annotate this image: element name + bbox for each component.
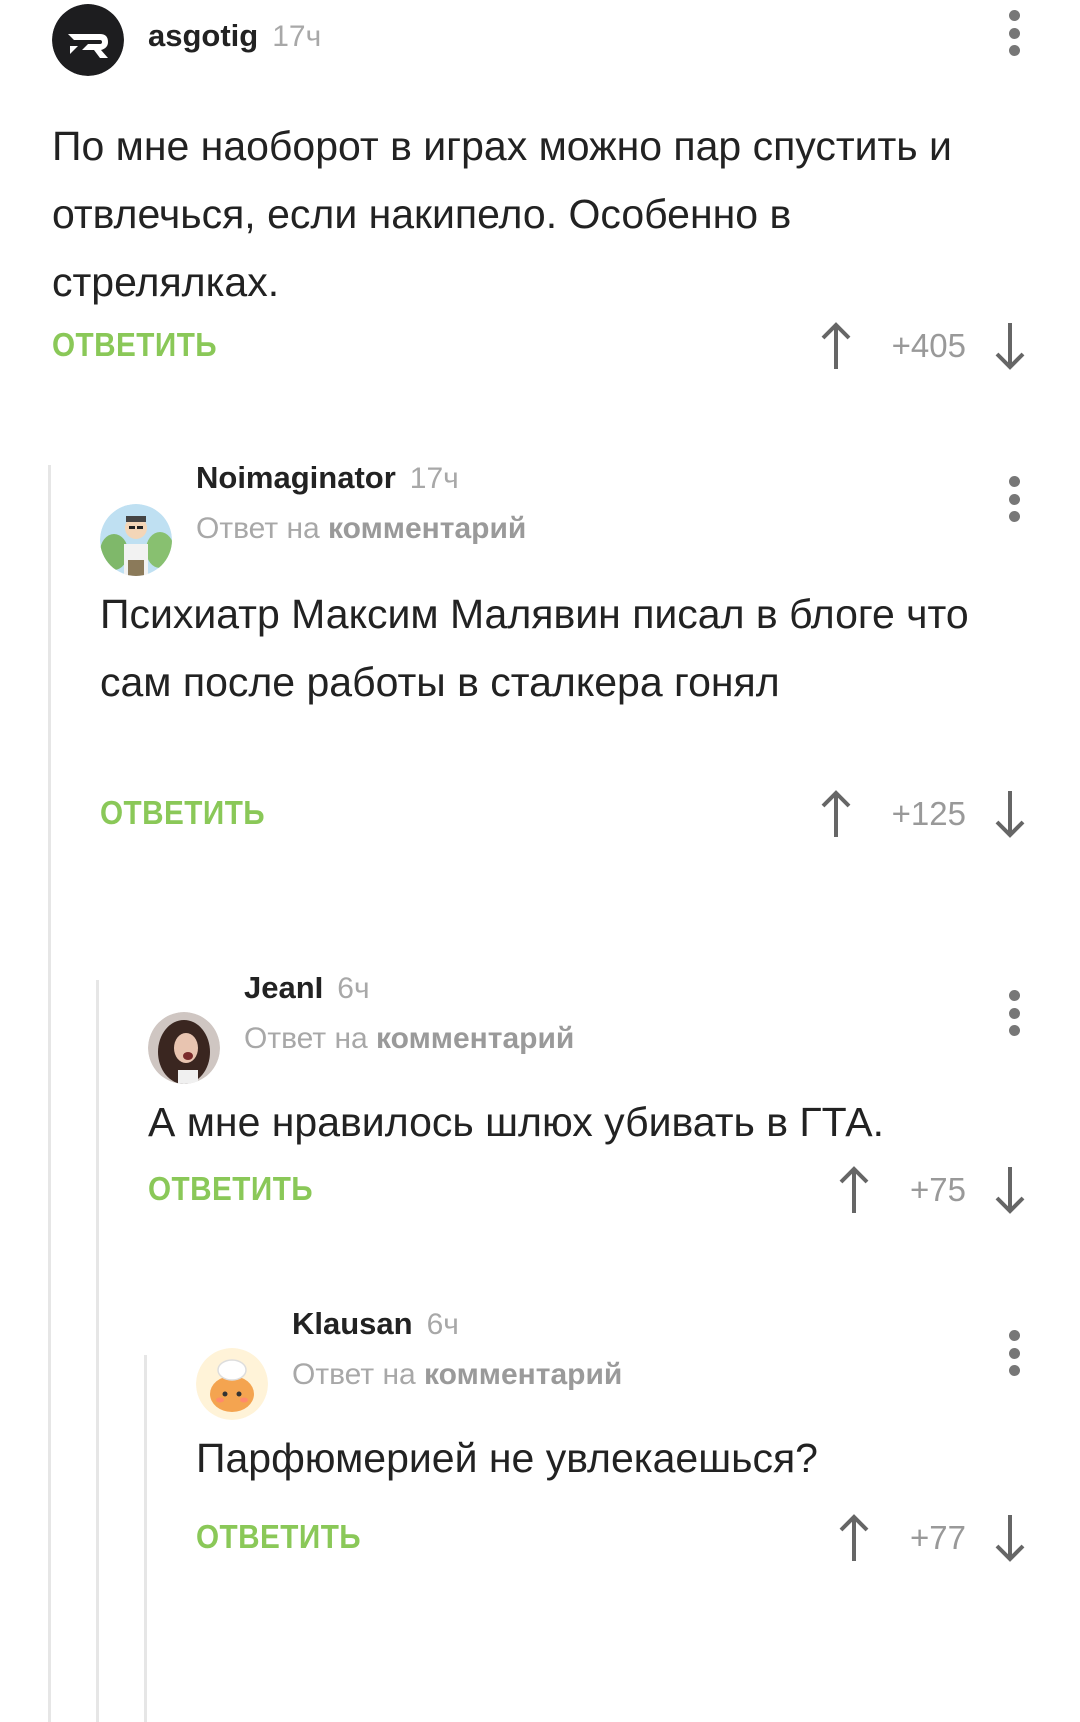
comment-time: 6ч bbox=[337, 972, 370, 1005]
rating-value: +125 bbox=[891, 795, 966, 832]
rating-value: +77 bbox=[910, 1519, 966, 1556]
reply-to-prefix: Ответ на bbox=[292, 1358, 416, 1391]
comment: Klausan 6ч Ответ на комментарий Парфюмери… bbox=[144, 1306, 1080, 1562]
thread-line bbox=[48, 465, 51, 1722]
comment-header: Klausan 6ч Ответ на комментарий bbox=[144, 1306, 1080, 1432]
avatar[interactable] bbox=[196, 1348, 268, 1420]
comment-actions: ОТВЕТИТЬ +125 bbox=[100, 784, 1080, 844]
author-name[interactable]: JeanI 6ч bbox=[244, 970, 370, 1006]
comment-time: 17ч bbox=[272, 20, 322, 53]
upvote-arrow-icon[interactable] bbox=[836, 1511, 872, 1565]
downvote-arrow-icon[interactable] bbox=[992, 1511, 1028, 1565]
comment-header: Noimaginator 17ч Ответ на комментарий bbox=[48, 460, 1080, 576]
comment-header: asgotig 17ч bbox=[0, 0, 1080, 80]
reply-to-prefix: Ответ на bbox=[196, 512, 320, 545]
comment-text: А мне нравилось шлюх убивать в ГТА. bbox=[148, 1099, 885, 1145]
comment: asgotig 17ч По мне наоборот в играх можно… bbox=[0, 0, 1080, 370]
thread-line bbox=[96, 980, 99, 1722]
rating-value: +405 bbox=[891, 327, 966, 364]
comment-actions: ОТВЕТИТЬ +75 bbox=[148, 1160, 1080, 1220]
comment-thread: asgotig 17ч По мне наоборот в играх можно… bbox=[0, 0, 1080, 1722]
comment-text: Психиатр Максим Малявин писал в блоге чт… bbox=[100, 591, 969, 705]
comment-header: JeanI 6ч Ответ на комментарий bbox=[96, 970, 1080, 1084]
downvote-arrow-icon[interactable] bbox=[992, 1163, 1028, 1217]
downvote-arrow-icon[interactable] bbox=[992, 787, 1028, 841]
reply-to-target[interactable]: комментарий bbox=[328, 512, 526, 545]
author-label[interactable]: Klausan bbox=[292, 1306, 413, 1341]
reply-button[interactable]: ОТВЕТИТЬ bbox=[100, 794, 265, 832]
vote-controls: +125 bbox=[818, 784, 1028, 844]
comment-time: 6ч bbox=[426, 1308, 459, 1341]
upvote-arrow-icon[interactable] bbox=[818, 787, 854, 841]
downvote-arrow-icon[interactable] bbox=[992, 319, 1028, 373]
avatar[interactable] bbox=[100, 504, 172, 576]
reply-to-link[interactable]: Ответ на комментарий bbox=[292, 1358, 622, 1392]
reply-button[interactable]: ОТВЕТИТЬ bbox=[196, 1518, 361, 1556]
reply-to-target[interactable]: комментарий bbox=[424, 1358, 622, 1391]
rating-value: +75 bbox=[910, 1171, 966, 1208]
avatar[interactable] bbox=[148, 1012, 220, 1084]
author-label[interactable]: Noimaginator bbox=[196, 460, 396, 495]
comment-actions: ОТВЕТИТЬ +77 bbox=[196, 1508, 1080, 1568]
reply-to-prefix: Ответ на bbox=[244, 1022, 368, 1055]
vote-controls: +77 bbox=[836, 1508, 1028, 1568]
vote-controls: +75 bbox=[836, 1160, 1028, 1220]
reply-button[interactable]: ОТВЕТИТЬ bbox=[52, 326, 217, 364]
reply-button[interactable]: ОТВЕТИТЬ bbox=[148, 1170, 313, 1208]
author-label[interactable]: asgotig bbox=[148, 18, 258, 53]
more-options-icon[interactable] bbox=[1006, 10, 1022, 56]
author-label[interactable]: JeanI bbox=[244, 970, 323, 1005]
upvote-arrow-icon[interactable] bbox=[818, 319, 854, 373]
comment-text: По мне наоборот в играх можно пар спусти… bbox=[52, 123, 952, 305]
reply-to-link[interactable]: Ответ на комментарий bbox=[196, 512, 526, 546]
vote-controls: +405 bbox=[818, 316, 1028, 376]
avatar[interactable] bbox=[52, 4, 124, 76]
reply-to-target[interactable]: комментарий bbox=[376, 1022, 574, 1055]
comment-text: Парфюмерией не увлекаешься? bbox=[196, 1435, 818, 1481]
comment-actions: ОТВЕТИТЬ +405 bbox=[52, 316, 1080, 376]
reply-to-link[interactable]: Ответ на комментарий bbox=[244, 1022, 574, 1056]
comment: JeanI 6ч Ответ на комментарий А мне нрави… bbox=[96, 970, 1080, 1214]
upvote-arrow-icon[interactable] bbox=[836, 1163, 872, 1217]
author-name[interactable]: Klausan 6ч bbox=[292, 1306, 459, 1342]
more-options-icon[interactable] bbox=[1006, 1330, 1022, 1376]
more-options-icon[interactable] bbox=[1006, 476, 1022, 522]
more-options-icon[interactable] bbox=[1006, 990, 1022, 1036]
author-name[interactable]: Noimaginator 17ч bbox=[196, 460, 459, 496]
author-name[interactable]: asgotig 17ч bbox=[148, 18, 321, 54]
comment-time: 17ч bbox=[409, 462, 459, 495]
comment: Noimaginator 17ч Ответ на комментарий Пси… bbox=[48, 460, 1080, 838]
